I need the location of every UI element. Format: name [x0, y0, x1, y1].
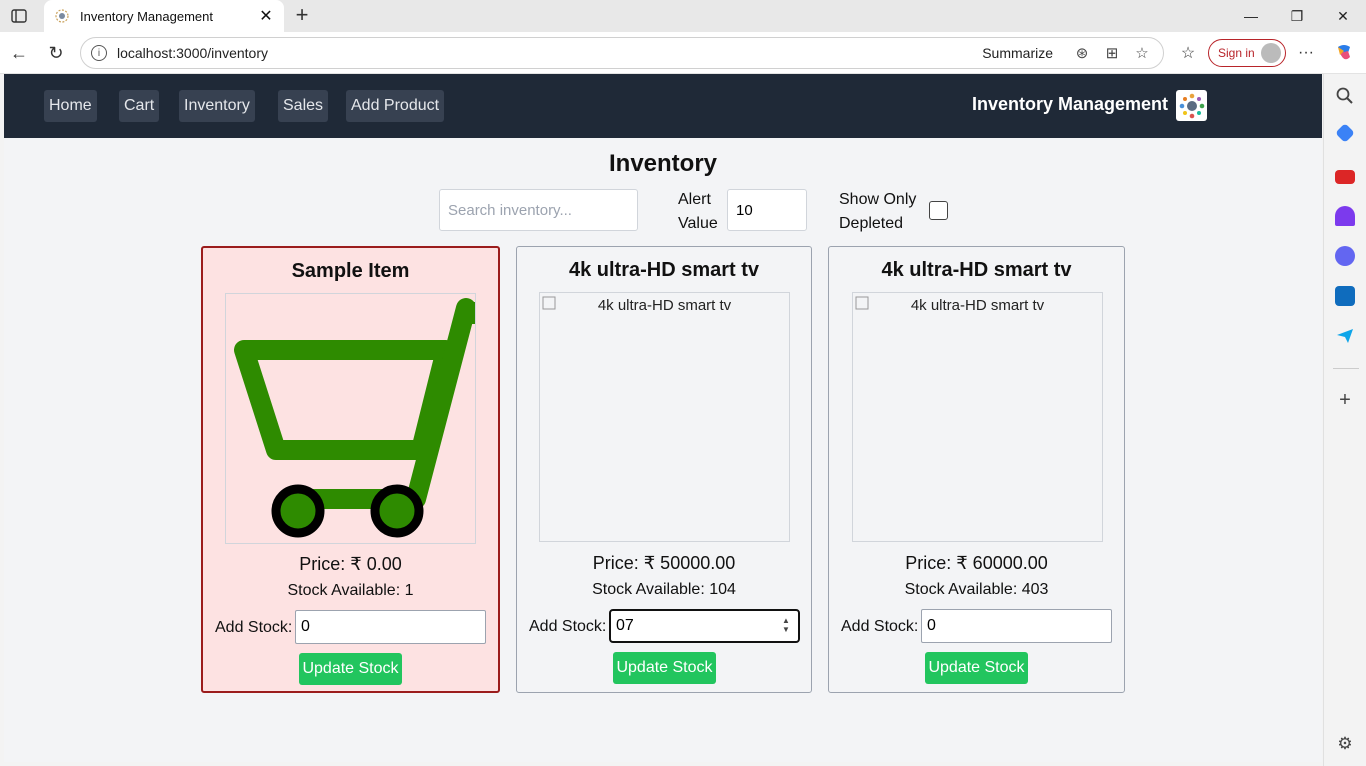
nav-sales[interactable]: Sales: [278, 90, 329, 122]
restore-icon[interactable]: ❐: [1274, 0, 1320, 32]
product-price: Price: ₹ 50000.00: [592, 553, 736, 573]
games-icon[interactable]: [1335, 206, 1355, 226]
product-name: 4k ultra-HD smart tv: [568, 259, 760, 281]
add-stock-input[interactable]: [295, 610, 486, 644]
tab-title: Inventory Management: [80, 8, 213, 24]
add-stock-input[interactable]: [921, 609, 1112, 643]
copilot-summarize-icon[interactable]: ⊛: [1071, 42, 1093, 64]
search-input[interactable]: [439, 189, 638, 231]
show-depleted-checkbox[interactable]: [929, 201, 948, 220]
window-close-icon[interactable]: ✕: [1320, 0, 1366, 32]
update-stock-button[interactable]: Update Stock: [925, 652, 1028, 684]
nav-inventory[interactable]: Inventory: [179, 90, 255, 122]
add-stock-label: Add Stock:: [529, 618, 607, 635]
avatar: [1261, 43, 1281, 63]
app-viewport: Home Cart Inventory Sales Add Product In…: [4, 74, 1322, 762]
alert-value-input[interactable]: [727, 189, 807, 231]
add-stock-label: Add Stock:: [841, 618, 919, 635]
shopping-cart-icon: [234, 298, 476, 538]
add-sidebar-icon[interactable]: +: [1335, 390, 1355, 410]
sign-in-label: Sign in: [1218, 46, 1255, 60]
favorites-icon[interactable]: ☆: [1175, 40, 1201, 66]
product-name: Sample Item: [291, 260, 410, 282]
product-image-broken: 4k ultra-HD smart tv: [852, 292, 1103, 542]
sidebar-divider: [1333, 368, 1359, 369]
show-depleted-label: Show Only Depleted: [839, 191, 917, 232]
nav-cart[interactable]: Cart: [119, 90, 160, 122]
address-url: localhost:3000/inventory: [117, 45, 268, 61]
brand-logo-icon: [1176, 90, 1207, 121]
number-spinner-icon[interactable]: ▲ ▼: [782, 616, 790, 634]
alert-value-label: Alert Value: [678, 191, 718, 232]
update-stock-button[interactable]: Update Stock: [299, 653, 402, 685]
product-price: Price: ₹ 0.00: [299, 554, 402, 574]
add-stock-label: Add Stock:: [215, 619, 293, 636]
nav-home[interactable]: Home: [44, 90, 97, 122]
address-bar[interactable]: i localhost:3000/inventory Summarize ⊛ ⊞…: [80, 37, 1164, 69]
site-info-icon[interactable]: i: [91, 45, 107, 61]
summarize-button[interactable]: Summarize: [982, 45, 1053, 61]
product-card: Sample Item Price: ₹ 0.00 Stock Availabl…: [201, 246, 500, 693]
app-favicon-icon: [54, 8, 70, 24]
tools-icon[interactable]: [1335, 170, 1355, 184]
product-image: [225, 293, 476, 544]
send-icon[interactable]: [1335, 326, 1355, 346]
outlook-icon[interactable]: [1335, 286, 1355, 306]
browser-tab-strip: Inventory Management ✕ + — ❐ ✕: [0, 0, 1366, 32]
stock-available: Stock Available: 104: [592, 581, 736, 598]
product-name: 4k ultra-HD smart tv: [881, 259, 1072, 281]
stock-available: Stock Available: 1: [287, 582, 414, 599]
stock-available: Stock Available: 403: [904, 581, 1049, 598]
image-alt-text: 4k ultra-HD smart tv: [597, 297, 732, 314]
microsoft365-icon[interactable]: [1335, 246, 1355, 266]
tab-actions-icon[interactable]: [8, 6, 30, 26]
new-tab-icon[interactable]: +: [290, 4, 314, 28]
sign-in-button[interactable]: Sign in: [1208, 39, 1286, 67]
nav-add-product[interactable]: Add Product: [346, 90, 445, 122]
add-stock-input[interactable]: [609, 609, 800, 643]
sidebar-settings-icon[interactable]: ⚙: [1335, 734, 1355, 754]
browser-toolbar: ← ↻ i localhost:3000/inventory Summarize…: [0, 32, 1366, 74]
minimize-icon[interactable]: —: [1228, 0, 1274, 32]
favorite-star-icon[interactable]: ☆: [1131, 42, 1153, 64]
search-icon[interactable]: [1335, 86, 1355, 106]
split-screen-icon[interactable]: ⊞: [1101, 42, 1123, 64]
browser-sidebar: + ⚙: [1323, 74, 1366, 766]
update-stock-button[interactable]: Update Stock: [613, 652, 716, 684]
more-menu-icon[interactable]: ···: [1293, 40, 1319, 66]
app-navbar: Home Cart Inventory Sales Add Product In…: [4, 74, 1322, 138]
copilot-icon[interactable]: [1331, 40, 1357, 66]
product-image-broken: 4k ultra-HD smart tv: [539, 292, 790, 542]
product-price: Price: ₹ 60000.00: [905, 553, 1048, 573]
product-card: 4k ultra-HD smart tv 4k ultra-HD smart t…: [828, 246, 1125, 693]
shopping-tag-icon[interactable]: [1335, 123, 1355, 143]
browser-tab[interactable]: Inventory Management ✕: [44, 0, 284, 32]
page-title: Inventory: [608, 150, 718, 177]
product-card: 4k ultra-HD smart tv 4k ultra-HD smart t…: [516, 246, 812, 693]
back-icon[interactable]: ←: [6, 40, 32, 66]
tab-close-icon[interactable]: ✕: [258, 6, 274, 26]
brand-title: Inventory Management: [971, 94, 1168, 114]
refresh-icon[interactable]: ↻: [43, 40, 69, 66]
image-alt-text: 4k ultra-HD smart tv: [910, 297, 1045, 314]
